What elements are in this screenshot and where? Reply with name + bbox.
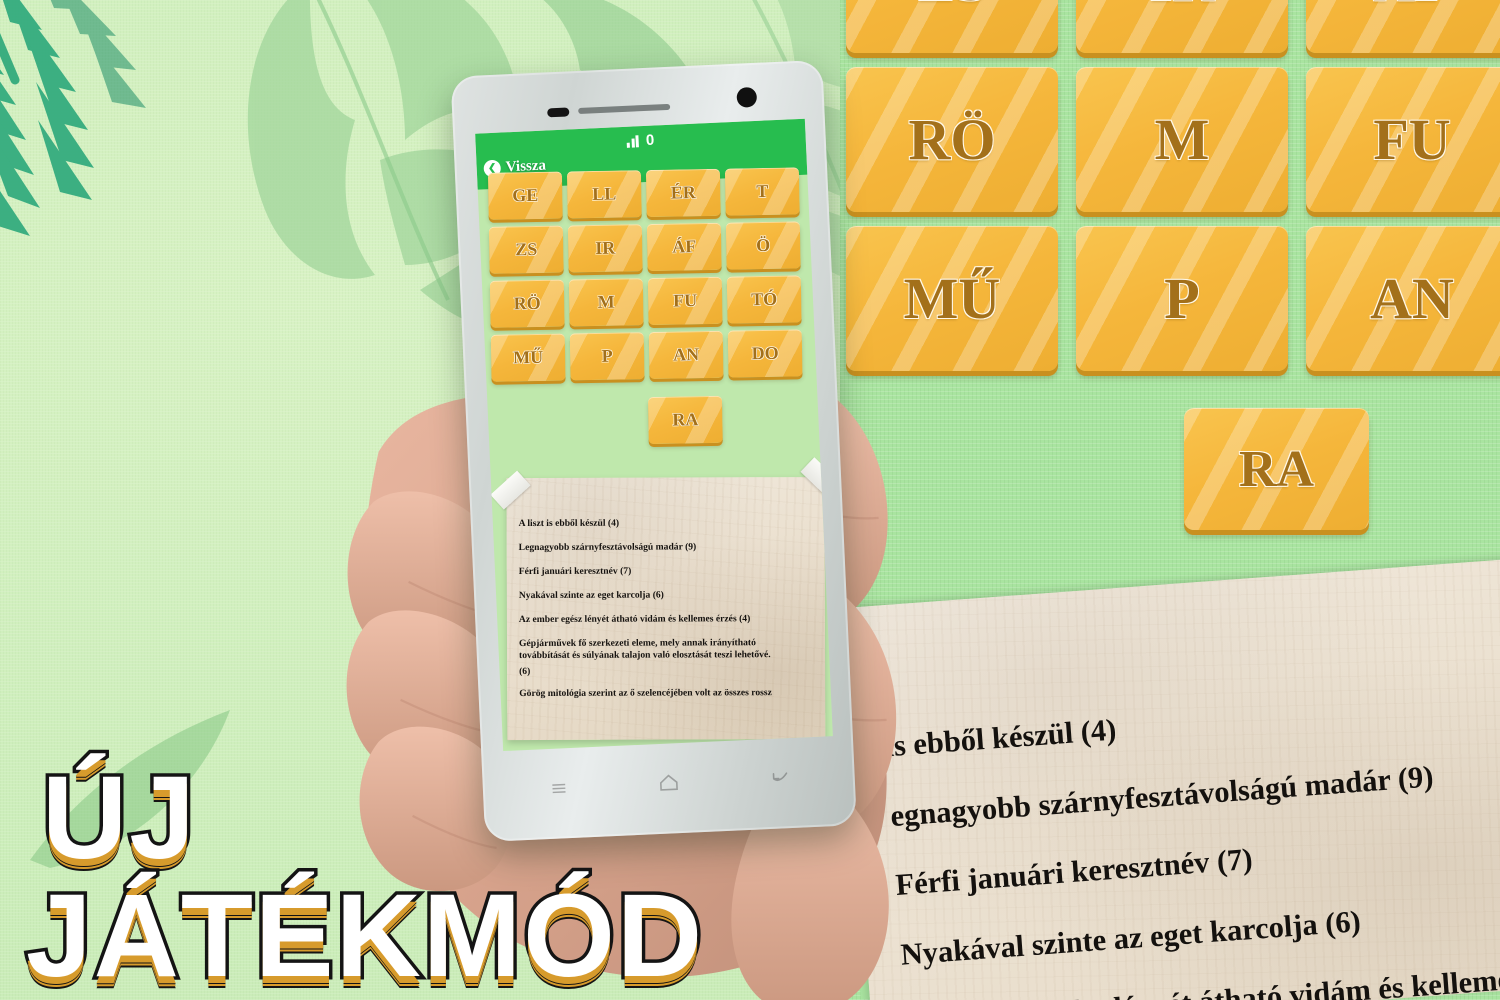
clue-line: Férfi januári keresztnév (7) [894, 841, 1254, 902]
clue-line: továbbítását és súlyának talajon való el… [519, 648, 771, 661]
letter-tile[interactable]: FU [1306, 67, 1500, 212]
letter-tile[interactable]: ÁF [646, 222, 722, 272]
bar-chart-icon [627, 134, 640, 148]
letter-tile[interactable]: IR [1076, 0, 1288, 53]
tape-corner-left-icon [490, 470, 531, 510]
proximity-sensor-icon [547, 107, 570, 118]
clue-line: Férfi januári keresztnév (7) [518, 565, 632, 577]
clue-line: Görög mitológia szerint az ő szelencéjéb… [519, 686, 772, 699]
clue-list: A liszt is ebből készül (4) Legnagyobb s… [519, 517, 820, 711]
letter-tile[interactable]: P [569, 332, 645, 381]
tape-corner-right-icon [800, 457, 833, 497]
letter-tile[interactable]: RÖ [489, 279, 565, 328]
letter-tile[interactable]: M [1076, 67, 1288, 212]
letter-tile[interactable]: M [568, 278, 644, 327]
back-arrow-icon[interactable] [767, 765, 792, 790]
small-leaf-icon [30, 710, 230, 868]
score-value: 0 [645, 131, 655, 149]
letter-tile[interactable]: RÖ [846, 67, 1058, 212]
letter-tile[interactable]: ZS [488, 225, 564, 274]
letter-tile[interactable]: TÓ [726, 275, 802, 324]
letter-tile[interactable]: DO [727, 329, 803, 378]
letter-tile[interactable]: IR [567, 224, 643, 273]
clue-line: Nyakával szinte az eget karcolja (6) [518, 589, 664, 601]
clue-line: Nyakával szinte az eget karcolja (6) [899, 903, 1362, 972]
clue-line: Az ember egész lényét átható vidám és ke… [905, 960, 1500, 1000]
letter-tile[interactable]: ÁF [1306, 0, 1500, 53]
clue-line: (6) [519, 665, 531, 677]
letter-tile-ra[interactable]: RA [647, 395, 723, 445]
letter-tile[interactable]: LL [566, 170, 642, 219]
phone-tile-grid[interactable]: GE LL ÉR T ZS IR ÁF Ö RÖ M FU TÓ MŰ P AN… [487, 167, 806, 382]
palm-frond-icon [0, 0, 146, 236]
letter-tile[interactable]: MŰ [490, 333, 566, 382]
android-navigation-bar[interactable] [504, 744, 836, 821]
letter-tile[interactable]: FU [647, 276, 723, 326]
letter-tile-ra[interactable]: RA [1184, 408, 1369, 530]
earpiece-speaker-icon [578, 103, 671, 114]
phone-screen: ❮ Vissza 0 GE LL ÉR T ZS IR ÁF Ö RÖ M FU… [475, 118, 833, 752]
letter-tile[interactable]: P [1076, 226, 1288, 371]
home-icon[interactable] [656, 770, 681, 795]
letter-tile[interactable]: T [724, 167, 800, 216]
clue-line: Legnagyobb szárnyfesztávolságú madár (9) [518, 541, 697, 553]
letter-tile[interactable]: AN [1306, 226, 1500, 371]
letter-tile[interactable]: GE [487, 171, 563, 220]
front-camera-icon [736, 86, 758, 108]
clue-line: Az ember egész lényét átható vidám és ke… [518, 612, 751, 625]
letter-tile[interactable]: AN [648, 330, 724, 380]
letter-tile[interactable]: ZS [846, 0, 1058, 53]
letter-tile[interactable]: Ö [725, 221, 801, 270]
score-display: 0 [475, 125, 805, 157]
clue-line: egnagyobb szárnyfesztávolságú madár (9) [889, 758, 1435, 833]
phone-chassis: ❮ Vissza 0 GE LL ÉR T ZS IR ÁF Ö RÖ M FU… [450, 59, 857, 842]
clue-parchment: A liszt is ebből készül (4) Legnagyobb s… [490, 457, 833, 741]
menu-icon[interactable] [548, 776, 571, 799]
letter-tile[interactable]: ÉR [645, 168, 721, 218]
phone-mockup: ❮ Vissza 0 GE LL ÉR T ZS IR ÁF Ö RÖ M FU… [346, 43, 897, 1000]
clue-line: A liszt is ebből készül (4) [518, 517, 620, 530]
